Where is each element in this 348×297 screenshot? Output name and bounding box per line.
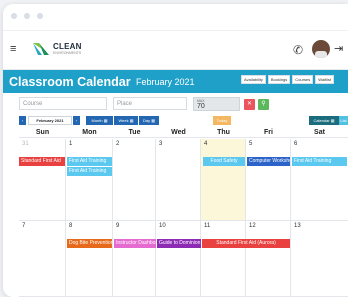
- date-number: 6: [294, 141, 298, 147]
- app-header: ≡ CLEAN ENVIRONMENTS ✆ ⇥: [3, 30, 348, 70]
- phone-icon[interactable]: ✆: [293, 43, 303, 57]
- calendar-event[interactable]: First Aid Training: [67, 167, 112, 176]
- brand-name: CLEAN: [53, 42, 82, 51]
- view-switcher: Availability Bookings Courses Waitlist: [241, 75, 334, 84]
- max-capacity-field[interactable]: MAX 70: [193, 97, 240, 111]
- calendar-grid: Sun Mon Tue Wed Thu Fri Sat 31 1 2 3 4 5…: [19, 127, 348, 297]
- avatar[interactable]: [312, 40, 330, 58]
- tab-waitlist[interactable]: Waitlist: [315, 75, 334, 84]
- today-button[interactable]: Today: [213, 116, 231, 125]
- day-header: Thu: [201, 127, 246, 138]
- day-header: Mon: [66, 127, 113, 138]
- day-header: Sat: [291, 127, 348, 138]
- day-cell[interactable]: 2: [113, 139, 156, 221]
- prev-button[interactable]: ‹: [19, 116, 26, 125]
- date-number: 5: [249, 141, 253, 147]
- list-view-toggle[interactable]: List ▦: [339, 116, 348, 132]
- brand-logo-icon: [33, 43, 49, 55]
- window-controls: [11, 13, 43, 19]
- current-month: February 2021: [136, 77, 195, 87]
- place-input[interactable]: Place: [113, 97, 187, 110]
- day-header: Fri: [246, 127, 291, 138]
- day-cell[interactable]: 7: [19, 221, 66, 297]
- calendar-event[interactable]: Computer Workshop: [247, 157, 290, 166]
- app-window: ≡ CLEAN ENVIRONMENTS ✆ ⇥ Classroom Calen…: [3, 4, 348, 297]
- calendar-event[interactable]: First Aid Training: [67, 157, 112, 166]
- window-dot[interactable]: [11, 13, 17, 19]
- day-cell[interactable]: 11: [201, 221, 246, 297]
- tab-availability[interactable]: Availability: [241, 75, 266, 84]
- calendar-event[interactable]: Dog Bite Prevention: [67, 239, 112, 248]
- search-button[interactable]: ⚲: [258, 99, 269, 110]
- date-number: 1: [69, 141, 73, 147]
- calendar-nav: ‹ February 2021 › Month ▦ Week ▦ Day ▦ T…: [19, 116, 348, 132]
- calendar-event[interactable]: Instructor Dashboard: [114, 239, 156, 248]
- calendar-event[interactable]: Standard First Aid (Aurora): [202, 239, 290, 248]
- date-number: 4: [204, 141, 208, 147]
- calendar-event[interactable]: First Aid Training: [292, 157, 347, 166]
- page-title: Classroom Calendar: [9, 75, 131, 89]
- day-cell[interactable]: 1: [66, 139, 113, 221]
- week-view-button[interactable]: Week ▦: [114, 116, 138, 125]
- brand-tagline: ENVIRONMENTS: [53, 51, 82, 55]
- day-view-button[interactable]: Day ▦: [139, 116, 159, 125]
- date-number: 13: [294, 223, 301, 229]
- day-cell[interactable]: 6: [291, 139, 348, 221]
- calendar-event[interactable]: Standard First Aid: [19, 157, 65, 166]
- day-header: Wed: [156, 127, 201, 138]
- tab-courses[interactable]: Courses: [292, 75, 314, 84]
- day-cell[interactable]: 9: [113, 221, 156, 297]
- day-cell[interactable]: 3: [156, 139, 201, 221]
- day-cell[interactable]: 13: [291, 221, 348, 297]
- tab-bookings[interactable]: Bookings: [267, 75, 291, 84]
- period-label: February 2021: [28, 116, 72, 125]
- date-number: 3: [159, 141, 163, 147]
- day-cell[interactable]: 31: [19, 139, 66, 221]
- window-dot[interactable]: [24, 13, 30, 19]
- search-icon: ⚲: [261, 101, 266, 107]
- date-number: 11: [204, 223, 211, 229]
- day-cell[interactable]: 5: [246, 139, 291, 221]
- max-value: 70: [197, 103, 205, 110]
- day-cell[interactable]: 12: [246, 221, 291, 297]
- date-number: 9: [116, 223, 120, 229]
- date-number: 8: [69, 223, 73, 229]
- window-dot[interactable]: [37, 13, 43, 19]
- date-number: 31: [22, 141, 29, 147]
- x-icon: ✕: [246, 101, 253, 107]
- date-number: 2: [116, 141, 120, 147]
- calendar-event[interactable]: Food Safety: [203, 157, 245, 166]
- logout-icon[interactable]: ⇥: [334, 42, 343, 55]
- day-cell[interactable]: 8: [66, 221, 113, 297]
- date-number: 10: [159, 223, 166, 229]
- calendar-view-toggle[interactable]: Calendar ▦: [309, 116, 339, 125]
- day-header: Tue: [113, 127, 156, 138]
- calendar-title-bar: Classroom Calendar February 2021 Availab…: [3, 70, 348, 93]
- day-header: Sun: [19, 127, 66, 138]
- calendar-event[interactable]: Guide to Dominion: [157, 239, 201, 248]
- date-number: 7: [22, 223, 26, 229]
- day-cell[interactable]: 10: [156, 221, 201, 297]
- month-view-button[interactable]: Month ▦: [86, 116, 113, 125]
- next-button[interactable]: ›: [73, 116, 80, 125]
- clear-filter-button[interactable]: ✕: [244, 99, 255, 110]
- date-number: 12: [249, 223, 256, 229]
- day-cell-today[interactable]: 4: [201, 139, 246, 221]
- menu-icon[interactable]: ≡: [10, 43, 16, 55]
- course-input[interactable]: Course: [19, 97, 107, 110]
